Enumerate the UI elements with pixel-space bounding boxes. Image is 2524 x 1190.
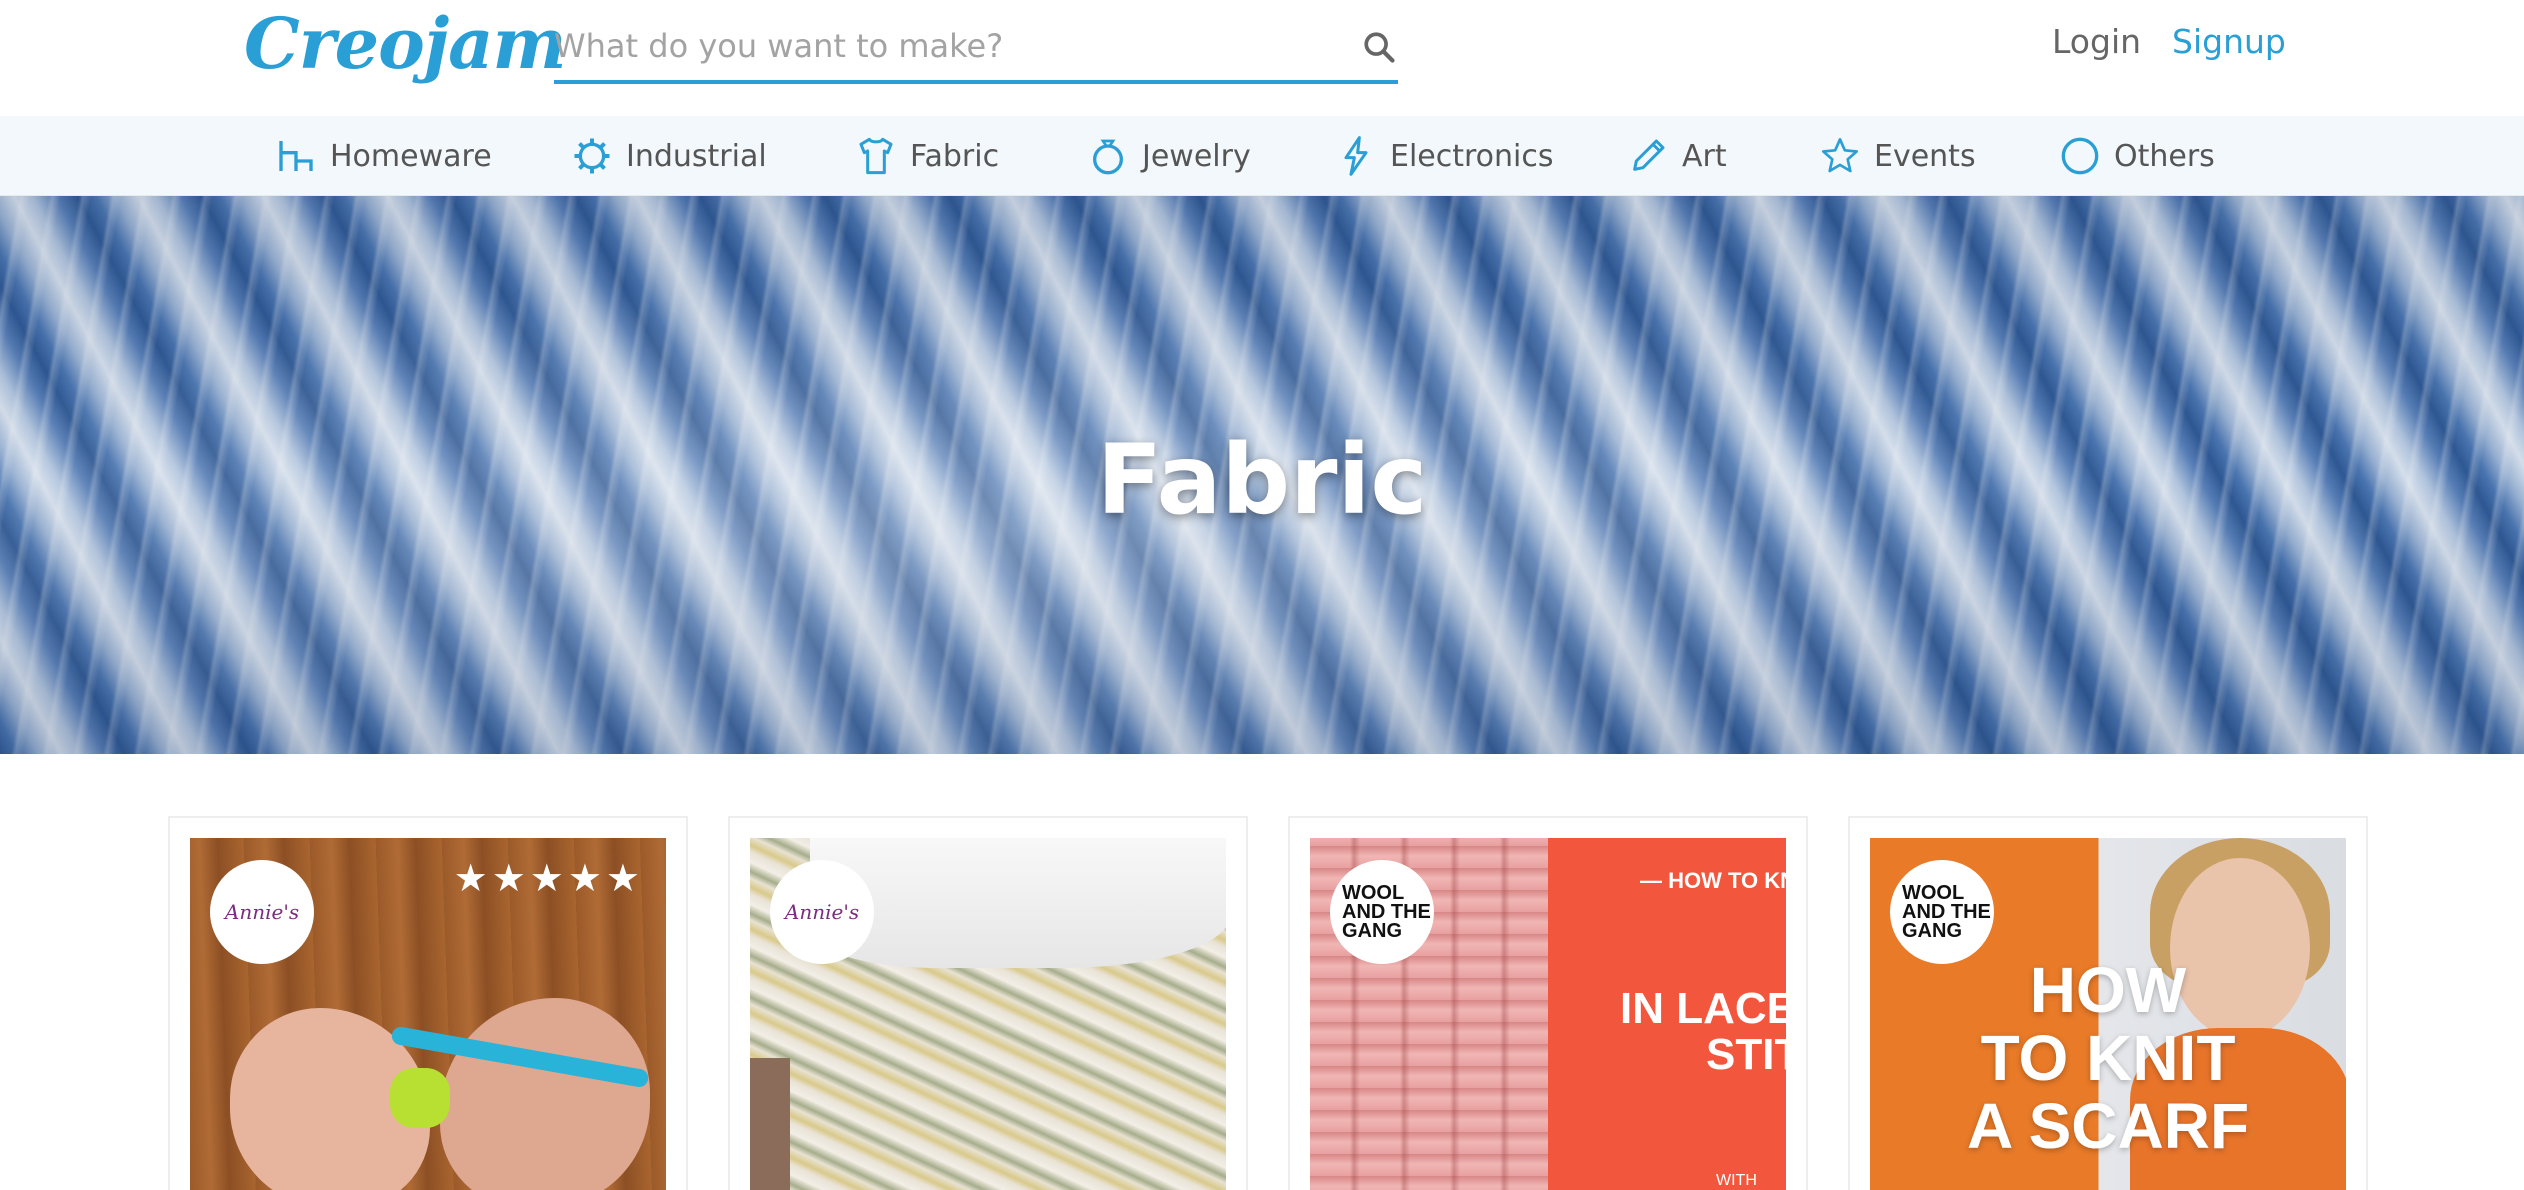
search-bar bbox=[554, 14, 1398, 84]
brand-badge: WOOL AND THE GANG bbox=[1890, 860, 1994, 964]
search-input[interactable] bbox=[554, 14, 1334, 78]
category-fabric[interactable]: Fabric bbox=[856, 116, 999, 196]
category-others[interactable]: Others bbox=[2060, 116, 2215, 196]
thumbnail-text: STITCH bbox=[1706, 1030, 1786, 1079]
project-card[interactable]: Annie's bbox=[728, 816, 1248, 1190]
ring-icon bbox=[1093, 139, 1123, 175]
gear-icon bbox=[574, 138, 610, 174]
card-thumbnail[interactable]: — HOW TO KNI IN LACE STITCH WITH WOOL AN… bbox=[1310, 838, 1786, 1190]
category-label: Jewelry bbox=[1142, 138, 1251, 174]
logo[interactable]: Creojam bbox=[244, 2, 567, 85]
category-label: Electronics bbox=[1390, 138, 1554, 174]
brand-badge: Annie's bbox=[770, 860, 874, 964]
thumbnail-text: IN LACE bbox=[1620, 984, 1786, 1033]
star-icon bbox=[1822, 138, 1858, 173]
thumbnail-text: WITH bbox=[1716, 1172, 1757, 1189]
category-events[interactable]: Events bbox=[1820, 116, 1976, 196]
project-card[interactable]: HOW TO KNIT A SCARF WOOL AND THE GANG bbox=[1848, 816, 2368, 1190]
category-electronics[interactable]: Electronics bbox=[1336, 116, 1554, 196]
category-label: Industrial bbox=[626, 138, 767, 174]
category-nav: Homeware Industrial Fabric Jewelry Elect… bbox=[0, 116, 2524, 196]
card-thumbnail[interactable]: ★★★★★ Annie's bbox=[190, 838, 666, 1190]
thumbnail-text: HOW TO KNIT A SCARF bbox=[1966, 954, 2250, 1162]
category-jewelry[interactable]: Jewelry bbox=[1088, 116, 1251, 196]
card-thumbnail[interactable]: HOW TO KNIT A SCARF WOOL AND THE GANG bbox=[1870, 838, 2346, 1190]
category-industrial[interactable]: Industrial bbox=[572, 116, 767, 196]
category-art[interactable]: Art bbox=[1628, 116, 1727, 196]
brand-badge: WOOL AND THE GANG bbox=[1330, 860, 1434, 964]
category-label: Homeware bbox=[330, 138, 492, 174]
circle-icon bbox=[2061, 137, 2099, 175]
project-card[interactable]: ★★★★★ Annie's bbox=[168, 816, 688, 1190]
top-header: Creojam Login Signup bbox=[0, 0, 2524, 116]
card-thumbnail[interactable]: Annie's bbox=[750, 838, 1226, 1190]
hero-banner: Fabric bbox=[0, 196, 2524, 754]
category-homeware[interactable]: Homeware bbox=[276, 116, 492, 196]
pencil-icon bbox=[1633, 139, 1665, 171]
hero-title: Fabric bbox=[1096, 424, 1428, 536]
project-card[interactable]: — HOW TO KNI IN LACE STITCH WITH WOOL AN… bbox=[1288, 816, 1808, 1190]
login-link[interactable]: Login bbox=[2052, 22, 2141, 61]
category-label: Others bbox=[2114, 138, 2215, 174]
signup-link[interactable]: Signup bbox=[2172, 22, 2286, 61]
thumbnail-text: — HOW TO KNI bbox=[1640, 868, 1786, 893]
category-label: Art bbox=[1682, 138, 1727, 174]
brand-badge: Annie's bbox=[210, 860, 314, 964]
search-icon[interactable] bbox=[1362, 30, 1396, 64]
lightning-icon bbox=[1344, 136, 1368, 176]
shirt-icon bbox=[859, 137, 893, 175]
category-label: Events bbox=[1874, 138, 1976, 174]
rating-stars: ★★★★★ bbox=[453, 856, 644, 900]
homeware-icon bbox=[279, 141, 313, 171]
category-label: Fabric bbox=[910, 138, 1000, 174]
